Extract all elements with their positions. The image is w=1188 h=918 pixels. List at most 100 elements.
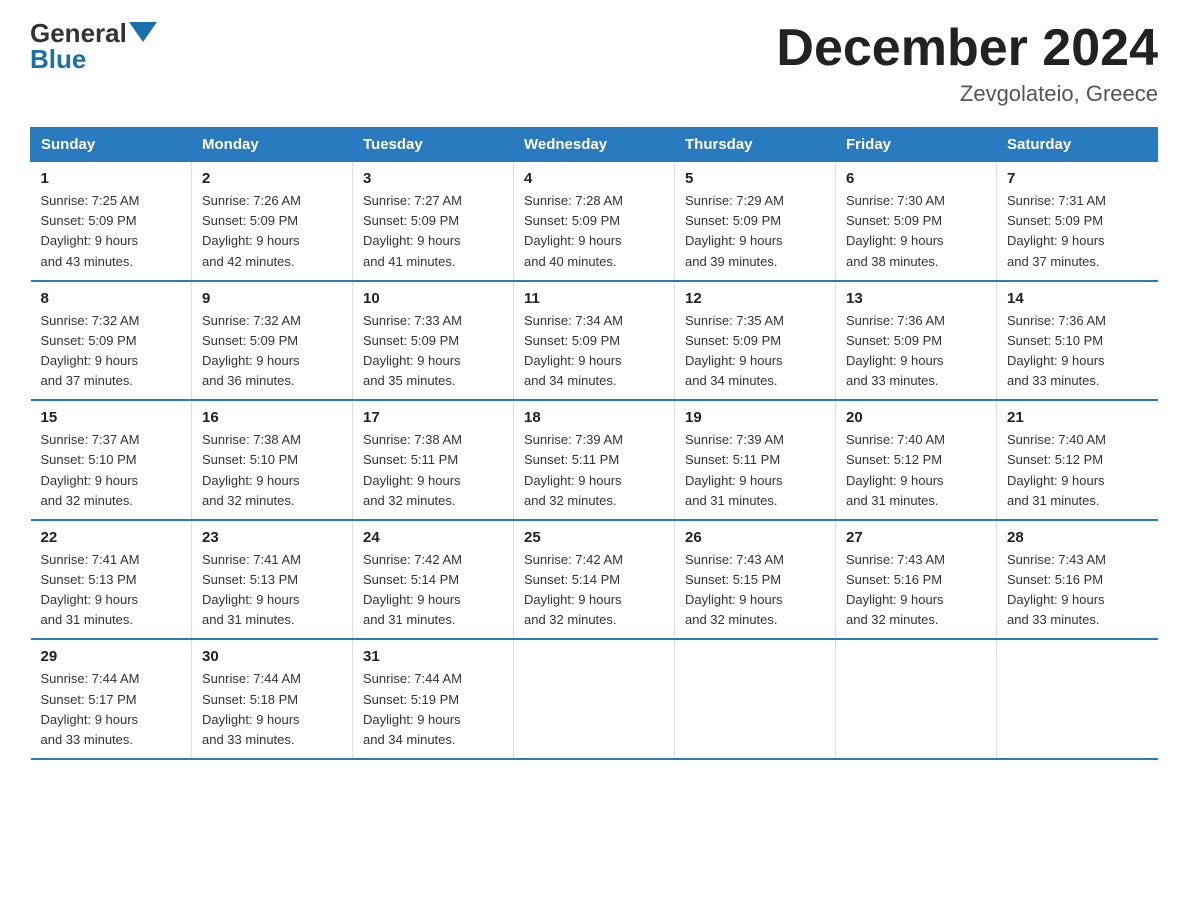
column-header-monday: Monday: [192, 128, 353, 162]
day-number: 11: [524, 290, 664, 307]
calendar-cell: 21 Sunrise: 7:40 AM Sunset: 5:12 PM Dayl…: [997, 400, 1158, 520]
column-header-friday: Friday: [836, 128, 997, 162]
day-number: 14: [1007, 290, 1148, 307]
calendar-cell: 13 Sunrise: 7:36 AM Sunset: 5:09 PM Dayl…: [836, 281, 997, 401]
calendar-table: SundayMondayTuesdayWednesdayThursdayFrid…: [30, 127, 1158, 760]
calendar-title: December 2024: [776, 20, 1158, 77]
day-number: 18: [524, 409, 664, 426]
day-info: Sunrise: 7:38 AM Sunset: 5:10 PM Dayligh…: [202, 430, 342, 511]
day-number: 10: [363, 290, 503, 307]
calendar-header-row: SundayMondayTuesdayWednesdayThursdayFrid…: [31, 128, 1158, 162]
calendar-cell: 27 Sunrise: 7:43 AM Sunset: 5:16 PM Dayl…: [836, 520, 997, 640]
calendar-cell: 8 Sunrise: 7:32 AM Sunset: 5:09 PM Dayli…: [31, 281, 192, 401]
day-number: 22: [41, 529, 182, 546]
logo-triangle-icon: [129, 22, 157, 42]
calendar-week-row: 29 Sunrise: 7:44 AM Sunset: 5:17 PM Dayl…: [31, 639, 1158, 759]
day-number: 19: [685, 409, 825, 426]
calendar-week-row: 22 Sunrise: 7:41 AM Sunset: 5:13 PM Dayl…: [31, 520, 1158, 640]
day-info: Sunrise: 7:39 AM Sunset: 5:11 PM Dayligh…: [685, 430, 825, 511]
day-info: Sunrise: 7:43 AM Sunset: 5:16 PM Dayligh…: [1007, 550, 1148, 631]
day-info: Sunrise: 7:40 AM Sunset: 5:12 PM Dayligh…: [846, 430, 986, 511]
day-number: 24: [363, 529, 503, 546]
calendar-cell: 1 Sunrise: 7:25 AM Sunset: 5:09 PM Dayli…: [31, 162, 192, 281]
day-info: Sunrise: 7:27 AM Sunset: 5:09 PM Dayligh…: [363, 191, 503, 272]
calendar-cell: 16 Sunrise: 7:38 AM Sunset: 5:10 PM Dayl…: [192, 400, 353, 520]
calendar-cell: 22 Sunrise: 7:41 AM Sunset: 5:13 PM Dayl…: [31, 520, 192, 640]
day-info: Sunrise: 7:35 AM Sunset: 5:09 PM Dayligh…: [685, 311, 825, 392]
day-number: 27: [846, 529, 986, 546]
calendar-week-row: 8 Sunrise: 7:32 AM Sunset: 5:09 PM Dayli…: [31, 281, 1158, 401]
day-info: Sunrise: 7:36 AM Sunset: 5:09 PM Dayligh…: [846, 311, 986, 392]
page-header: General Blue December 2024 Zevgolateio, …: [30, 20, 1158, 107]
day-number: 4: [524, 170, 664, 187]
day-number: 3: [363, 170, 503, 187]
day-info: Sunrise: 7:40 AM Sunset: 5:12 PM Dayligh…: [1007, 430, 1148, 511]
calendar-cell: 5 Sunrise: 7:29 AM Sunset: 5:09 PM Dayli…: [675, 162, 836, 281]
day-info: Sunrise: 7:31 AM Sunset: 5:09 PM Dayligh…: [1007, 191, 1148, 272]
calendar-cell: 11 Sunrise: 7:34 AM Sunset: 5:09 PM Dayl…: [514, 281, 675, 401]
day-info: Sunrise: 7:32 AM Sunset: 5:09 PM Dayligh…: [41, 311, 182, 392]
calendar-cell: [675, 639, 836, 759]
calendar-cell: 9 Sunrise: 7:32 AM Sunset: 5:09 PM Dayli…: [192, 281, 353, 401]
day-info: Sunrise: 7:41 AM Sunset: 5:13 PM Dayligh…: [202, 550, 342, 631]
calendar-subtitle: Zevgolateio, Greece: [776, 81, 1158, 107]
day-number: 5: [685, 170, 825, 187]
day-number: 29: [41, 648, 182, 665]
calendar-cell: 31 Sunrise: 7:44 AM Sunset: 5:19 PM Dayl…: [353, 639, 514, 759]
day-info: Sunrise: 7:42 AM Sunset: 5:14 PM Dayligh…: [363, 550, 503, 631]
day-number: 12: [685, 290, 825, 307]
calendar-cell: 24 Sunrise: 7:42 AM Sunset: 5:14 PM Dayl…: [353, 520, 514, 640]
day-number: 15: [41, 409, 182, 426]
calendar-cell: 3 Sunrise: 7:27 AM Sunset: 5:09 PM Dayli…: [353, 162, 514, 281]
day-info: Sunrise: 7:42 AM Sunset: 5:14 PM Dayligh…: [524, 550, 664, 631]
day-number: 9: [202, 290, 342, 307]
day-info: Sunrise: 7:44 AM Sunset: 5:19 PM Dayligh…: [363, 669, 503, 750]
day-number: 31: [363, 648, 503, 665]
calendar-cell: 14 Sunrise: 7:36 AM Sunset: 5:10 PM Dayl…: [997, 281, 1158, 401]
day-number: 7: [1007, 170, 1148, 187]
day-info: Sunrise: 7:44 AM Sunset: 5:17 PM Dayligh…: [41, 669, 182, 750]
day-info: Sunrise: 7:37 AM Sunset: 5:10 PM Dayligh…: [41, 430, 182, 511]
day-info: Sunrise: 7:39 AM Sunset: 5:11 PM Dayligh…: [524, 430, 664, 511]
calendar-cell: 29 Sunrise: 7:44 AM Sunset: 5:17 PM Dayl…: [31, 639, 192, 759]
calendar-cell: 12 Sunrise: 7:35 AM Sunset: 5:09 PM Dayl…: [675, 281, 836, 401]
column-header-thursday: Thursday: [675, 128, 836, 162]
day-info: Sunrise: 7:32 AM Sunset: 5:09 PM Dayligh…: [202, 311, 342, 392]
calendar-cell: 7 Sunrise: 7:31 AM Sunset: 5:09 PM Dayli…: [997, 162, 1158, 281]
day-number: 26: [685, 529, 825, 546]
day-number: 16: [202, 409, 342, 426]
day-number: 25: [524, 529, 664, 546]
day-number: 30: [202, 648, 342, 665]
calendar-cell: 23 Sunrise: 7:41 AM Sunset: 5:13 PM Dayl…: [192, 520, 353, 640]
day-info: Sunrise: 7:41 AM Sunset: 5:13 PM Dayligh…: [41, 550, 182, 631]
day-info: Sunrise: 7:34 AM Sunset: 5:09 PM Dayligh…: [524, 311, 664, 392]
day-number: 1: [41, 170, 182, 187]
logo-general-text: General: [30, 20, 127, 46]
day-number: 17: [363, 409, 503, 426]
day-info: Sunrise: 7:26 AM Sunset: 5:09 PM Dayligh…: [202, 191, 342, 272]
calendar-cell: 2 Sunrise: 7:26 AM Sunset: 5:09 PM Dayli…: [192, 162, 353, 281]
calendar-cell: 30 Sunrise: 7:44 AM Sunset: 5:18 PM Dayl…: [192, 639, 353, 759]
day-info: Sunrise: 7:43 AM Sunset: 5:15 PM Dayligh…: [685, 550, 825, 631]
calendar-week-row: 1 Sunrise: 7:25 AM Sunset: 5:09 PM Dayli…: [31, 162, 1158, 281]
logo-blue-text: Blue: [30, 46, 86, 72]
calendar-cell: 15 Sunrise: 7:37 AM Sunset: 5:10 PM Dayl…: [31, 400, 192, 520]
calendar-cell: 17 Sunrise: 7:38 AM Sunset: 5:11 PM Dayl…: [353, 400, 514, 520]
calendar-cell: [997, 639, 1158, 759]
day-number: 13: [846, 290, 986, 307]
day-info: Sunrise: 7:25 AM Sunset: 5:09 PM Dayligh…: [41, 191, 182, 272]
calendar-cell: 6 Sunrise: 7:30 AM Sunset: 5:09 PM Dayli…: [836, 162, 997, 281]
day-number: 8: [41, 290, 182, 307]
day-info: Sunrise: 7:28 AM Sunset: 5:09 PM Dayligh…: [524, 191, 664, 272]
day-number: 23: [202, 529, 342, 546]
day-info: Sunrise: 7:43 AM Sunset: 5:16 PM Dayligh…: [846, 550, 986, 631]
day-info: Sunrise: 7:44 AM Sunset: 5:18 PM Dayligh…: [202, 669, 342, 750]
day-info: Sunrise: 7:30 AM Sunset: 5:09 PM Dayligh…: [846, 191, 986, 272]
day-info: Sunrise: 7:36 AM Sunset: 5:10 PM Dayligh…: [1007, 311, 1148, 392]
calendar-cell: 4 Sunrise: 7:28 AM Sunset: 5:09 PM Dayli…: [514, 162, 675, 281]
calendar-cell: [836, 639, 997, 759]
calendar-cell: 18 Sunrise: 7:39 AM Sunset: 5:11 PM Dayl…: [514, 400, 675, 520]
calendar-cell: 25 Sunrise: 7:42 AM Sunset: 5:14 PM Dayl…: [514, 520, 675, 640]
day-number: 21: [1007, 409, 1148, 426]
title-section: December 2024 Zevgolateio, Greece: [776, 20, 1158, 107]
